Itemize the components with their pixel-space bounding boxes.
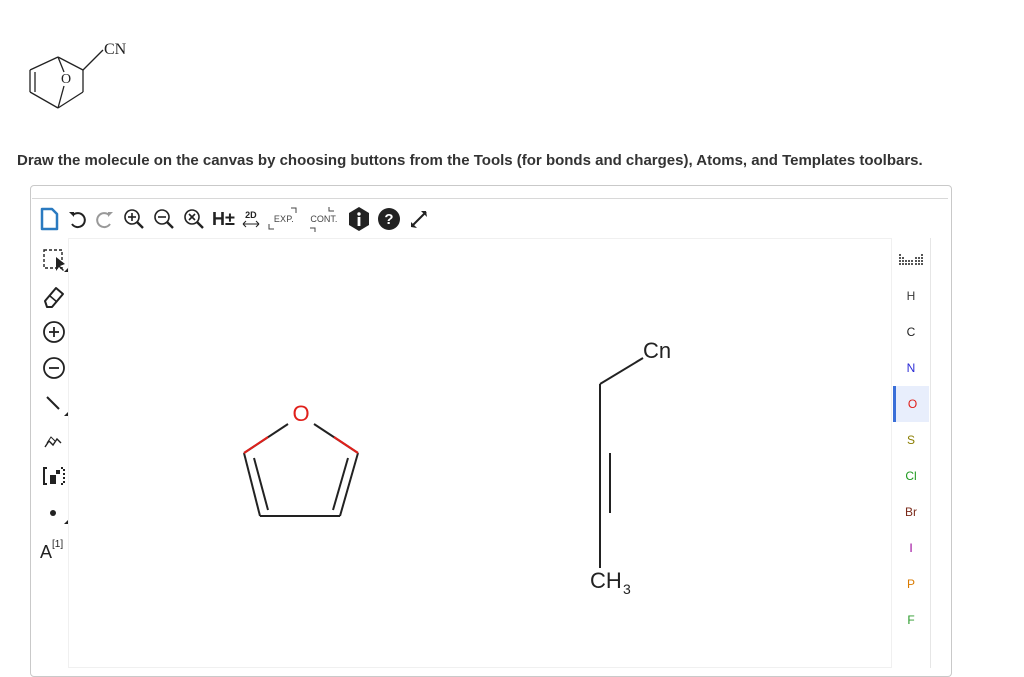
fullscreen-button[interactable]	[407, 204, 431, 234]
new-document-button[interactable]	[38, 204, 60, 234]
zoom-reset-icon	[184, 209, 204, 229]
zoom-out-button[interactable]	[152, 204, 176, 234]
atom-label: O	[907, 397, 918, 411]
undo-icon	[69, 212, 86, 229]
atom-button-s[interactable]: S	[893, 422, 929, 458]
atoms-toolbar: H C N O S Cl Br I P F	[893, 242, 929, 638]
atom-label: I	[909, 541, 913, 555]
atom-label: Cl	[905, 469, 917, 483]
atom-label: N	[906, 361, 916, 375]
atom-label: H	[906, 289, 916, 303]
atom-button-n[interactable]: N	[893, 350, 929, 386]
atom-map-index: [1]	[52, 538, 64, 550]
redo-icon	[96, 212, 113, 229]
atom-button-o[interactable]: O	[893, 386, 929, 422]
atom-button-p[interactable]: P	[893, 566, 929, 602]
contract-bracket-icon	[309, 207, 334, 232]
redo-button[interactable]	[94, 204, 116, 234]
atom-label: S	[906, 433, 915, 447]
info-icon	[348, 207, 369, 231]
chain-bottom-label: CH	[590, 568, 622, 593]
atom-button-cl[interactable]: Cl	[893, 458, 929, 494]
zoom-in-icon	[124, 209, 144, 229]
minus-circle-icon	[43, 357, 65, 379]
atom-button-h[interactable]: H	[893, 278, 929, 314]
chain-bottom-subscript: 3	[623, 581, 631, 597]
atom-button-i[interactable]: I	[893, 530, 929, 566]
zoom-out-icon	[154, 209, 174, 229]
question-molecule: O CN	[29, 41, 127, 109]
template-bracket-icon	[43, 467, 65, 485]
zoom-in-button[interactable]	[122, 204, 146, 234]
question-ring-oxygen: O	[61, 72, 71, 87]
furan-molecule: O	[243, 401, 359, 517]
hydrogen-toggle-label: H±	[212, 208, 235, 229]
help-icon: ?	[377, 208, 400, 230]
atom-button-br[interactable]: Br	[893, 494, 929, 530]
furan-oxygen-label: O	[292, 401, 309, 426]
chain-icon	[44, 436, 62, 448]
clean-2d-label: 2D	[245, 209, 257, 220]
expand-button[interactable]: EXP.	[267, 204, 301, 234]
zoom-reset-button[interactable]	[182, 204, 206, 234]
atom-button-c[interactable]: C	[893, 314, 929, 350]
chain-top-label: Cn	[643, 338, 671, 363]
expand-bracket-icon	[268, 207, 297, 230]
question-cn-label: CN	[104, 41, 127, 58]
svg-text:?: ?	[384, 211, 393, 228]
instruction-text: Draw the molecule on the canvas by choos…	[17, 152, 923, 169]
atom-label: P	[906, 577, 915, 591]
atom-label: Br	[905, 505, 917, 519]
periodic-table-icon	[899, 254, 923, 265]
contract-button[interactable]: CONT.	[307, 204, 341, 234]
help-button[interactable]: ?	[377, 204, 401, 234]
atom-label: F	[907, 613, 915, 627]
eraser-icon	[44, 287, 64, 308]
canvas-molecules: O Cn CH 3	[243, 338, 671, 597]
plus-circle-icon	[43, 321, 65, 343]
atom-button-f[interactable]: F	[893, 602, 929, 638]
clean-2d-button[interactable]: 2D	[241, 204, 261, 234]
fullscreen-icon	[410, 211, 427, 228]
drawing-canvas[interactable]: O Cn CH 3	[68, 238, 892, 668]
new-document-icon	[40, 207, 59, 231]
chain-molecule: Cn CH 3	[590, 338, 671, 597]
info-button[interactable]	[347, 204, 371, 234]
atoms-toolbar-divider	[930, 238, 931, 668]
periodic-table-button[interactable]	[893, 242, 929, 278]
clean-2d-arrows-icon	[242, 220, 260, 227]
atom-map-label: A	[40, 541, 53, 562]
hydrogen-toggle-button[interactable]: H±	[212, 204, 235, 234]
atom-label: C	[906, 325, 916, 339]
undo-button[interactable]	[66, 204, 88, 234]
top-toolbar: H± 2D EXP. CONT. ?	[38, 202, 437, 236]
